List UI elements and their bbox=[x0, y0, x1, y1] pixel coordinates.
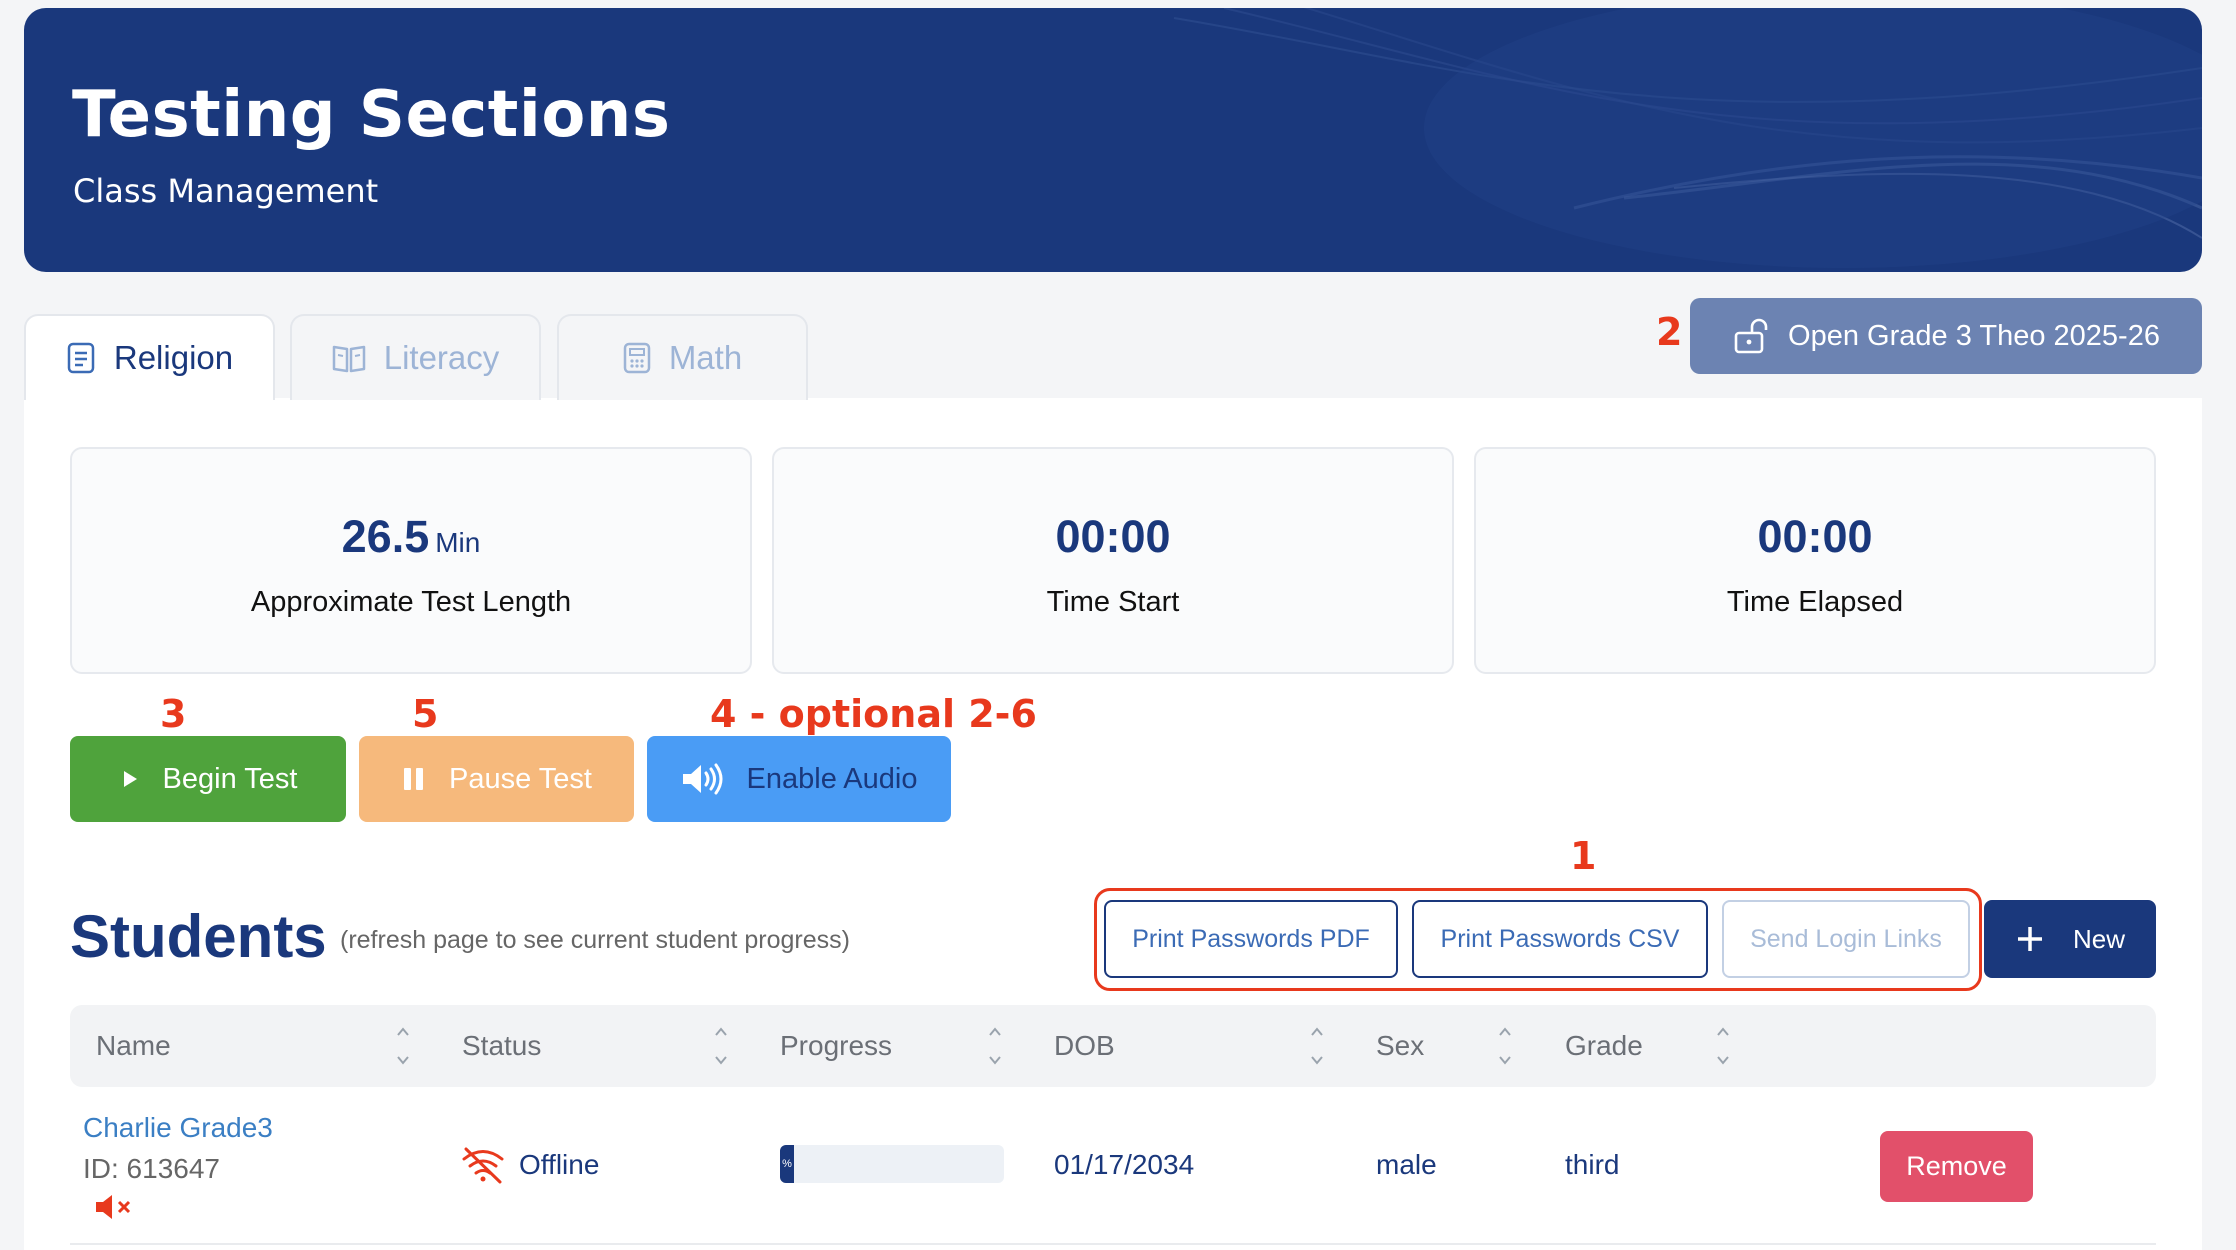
remove-student-button[interactable]: Remove bbox=[1880, 1131, 2033, 1202]
new-student-button[interactable]: New bbox=[1984, 900, 2156, 978]
column-header-label: Name bbox=[96, 1030, 171, 1061]
student-progress-bar: % bbox=[780, 1145, 1004, 1183]
column-header-label: DOB bbox=[1054, 1030, 1115, 1061]
student-sex: male bbox=[1376, 1149, 1437, 1180]
stat-value-wrap: 26.5 Min bbox=[72, 511, 750, 563]
column-header-label: Sex bbox=[1376, 1030, 1425, 1061]
column-header-label: Grade bbox=[1565, 1030, 1643, 1061]
document-icon bbox=[67, 342, 95, 374]
student-id: ID: 613647 bbox=[83, 1153, 220, 1184]
column-header-sex[interactable]: Sex bbox=[1376, 1005, 1424, 1087]
pause-test-label: Pause Test bbox=[449, 762, 592, 795]
sort-icon[interactable] bbox=[986, 1023, 1004, 1069]
tab-label: Math bbox=[668, 339, 743, 376]
sort-icon[interactable] bbox=[1496, 1023, 1514, 1069]
stat-value: 26.5 bbox=[341, 511, 430, 562]
send-login-links-button[interactable]: Send Login Links bbox=[1722, 900, 1970, 978]
stat-value: 00:00 bbox=[1055, 511, 1171, 562]
pause-icon bbox=[404, 768, 424, 790]
print-passwords-pdf-button[interactable]: Print Passwords PDF bbox=[1104, 900, 1398, 978]
tab-literacy[interactable]: Literacy bbox=[290, 314, 541, 400]
open-grade-label: Open Grade 3 Theo 2025-26 bbox=[1788, 319, 2160, 352]
column-header-name[interactable]: Name bbox=[96, 1005, 171, 1087]
stat-card-time-start: 00:00 Time Start bbox=[772, 447, 1454, 674]
annotation-1: 1 bbox=[1570, 834, 1597, 878]
students-title: Students bbox=[70, 903, 327, 970]
annotation-5: 5 bbox=[412, 692, 439, 736]
student-grade: third bbox=[1565, 1149, 1620, 1180]
sort-icon[interactable] bbox=[394, 1023, 412, 1069]
begin-test-label: Begin Test bbox=[162, 762, 298, 795]
muted-speaker-icon bbox=[96, 1195, 131, 1219]
page-title: Testing Sections bbox=[72, 78, 671, 152]
student-dob: 01/17/2034 bbox=[1054, 1149, 1195, 1180]
enable-audio-label: Enable Audio bbox=[746, 762, 918, 795]
page-subtitle: Class Management bbox=[73, 172, 379, 210]
students-refresh-note: (refresh page to see current student pro… bbox=[340, 926, 850, 954]
wifi-off-icon bbox=[462, 1147, 504, 1184]
calculator-icon bbox=[623, 342, 651, 374]
stat-card-test-length: 26.5 Min Approximate Test Length bbox=[70, 447, 752, 674]
student-name-link[interactable]: Charlie Grade3 bbox=[83, 1112, 273, 1144]
column-header-status[interactable]: Status bbox=[462, 1005, 541, 1087]
stat-unit: Min bbox=[435, 527, 481, 558]
column-header-grade[interactable]: Grade bbox=[1565, 1005, 1643, 1087]
book-icon bbox=[332, 345, 365, 373]
stat-label: Approximate Test Length bbox=[250, 586, 572, 618]
stat-label: Time Start bbox=[1046, 586, 1180, 618]
plus-icon bbox=[2017, 927, 2042, 951]
column-header-label: Progress bbox=[780, 1030, 893, 1061]
row-divider bbox=[70, 1243, 2156, 1245]
new-student-label: New bbox=[2072, 923, 2125, 954]
play-icon bbox=[123, 771, 137, 787]
stat-label: Time Elapsed bbox=[1726, 586, 1904, 618]
sort-icon[interactable] bbox=[712, 1023, 730, 1069]
annotation-4: 4 - optional 2-6 bbox=[710, 692, 1037, 736]
student-status: Offline bbox=[519, 1149, 600, 1180]
column-header-dob[interactable]: DOB bbox=[1054, 1005, 1115, 1087]
annotation-3: 3 bbox=[160, 692, 187, 736]
print-passwords-csv-button[interactable]: Print Passwords CSV bbox=[1412, 900, 1708, 978]
begin-test-button[interactable]: Begin Test bbox=[70, 736, 346, 822]
stat-card-time-elapsed: 00:00 Time Elapsed bbox=[1474, 447, 2156, 674]
annotation-2: 2 bbox=[1656, 310, 1683, 354]
tab-religion[interactable]: Religion bbox=[24, 314, 275, 400]
tab-math[interactable]: Math bbox=[557, 314, 808, 400]
sort-icon[interactable] bbox=[1308, 1023, 1326, 1069]
open-grade-button[interactable]: Open Grade 3 Theo 2025-26 bbox=[1690, 298, 2202, 374]
speaker-icon bbox=[682, 763, 723, 795]
tab-label: Religion bbox=[113, 339, 234, 376]
column-header-progress[interactable]: Progress bbox=[780, 1005, 892, 1087]
header-banner: Testing Sections Class Management bbox=[24, 8, 2202, 272]
progress-fill: % bbox=[780, 1145, 794, 1183]
unlock-icon bbox=[1734, 318, 1768, 354]
stat-value: 00:00 bbox=[1757, 511, 1873, 562]
pause-test-button[interactable]: Pause Test bbox=[359, 736, 634, 822]
students-table-header: Name Status Progress DOB Sex Grade bbox=[70, 1005, 2156, 1087]
column-header-label: Status bbox=[462, 1030, 542, 1061]
enable-audio-button[interactable]: Enable Audio bbox=[647, 736, 951, 822]
tab-label: Literacy bbox=[383, 339, 500, 376]
sort-icon[interactable] bbox=[1714, 1023, 1732, 1069]
